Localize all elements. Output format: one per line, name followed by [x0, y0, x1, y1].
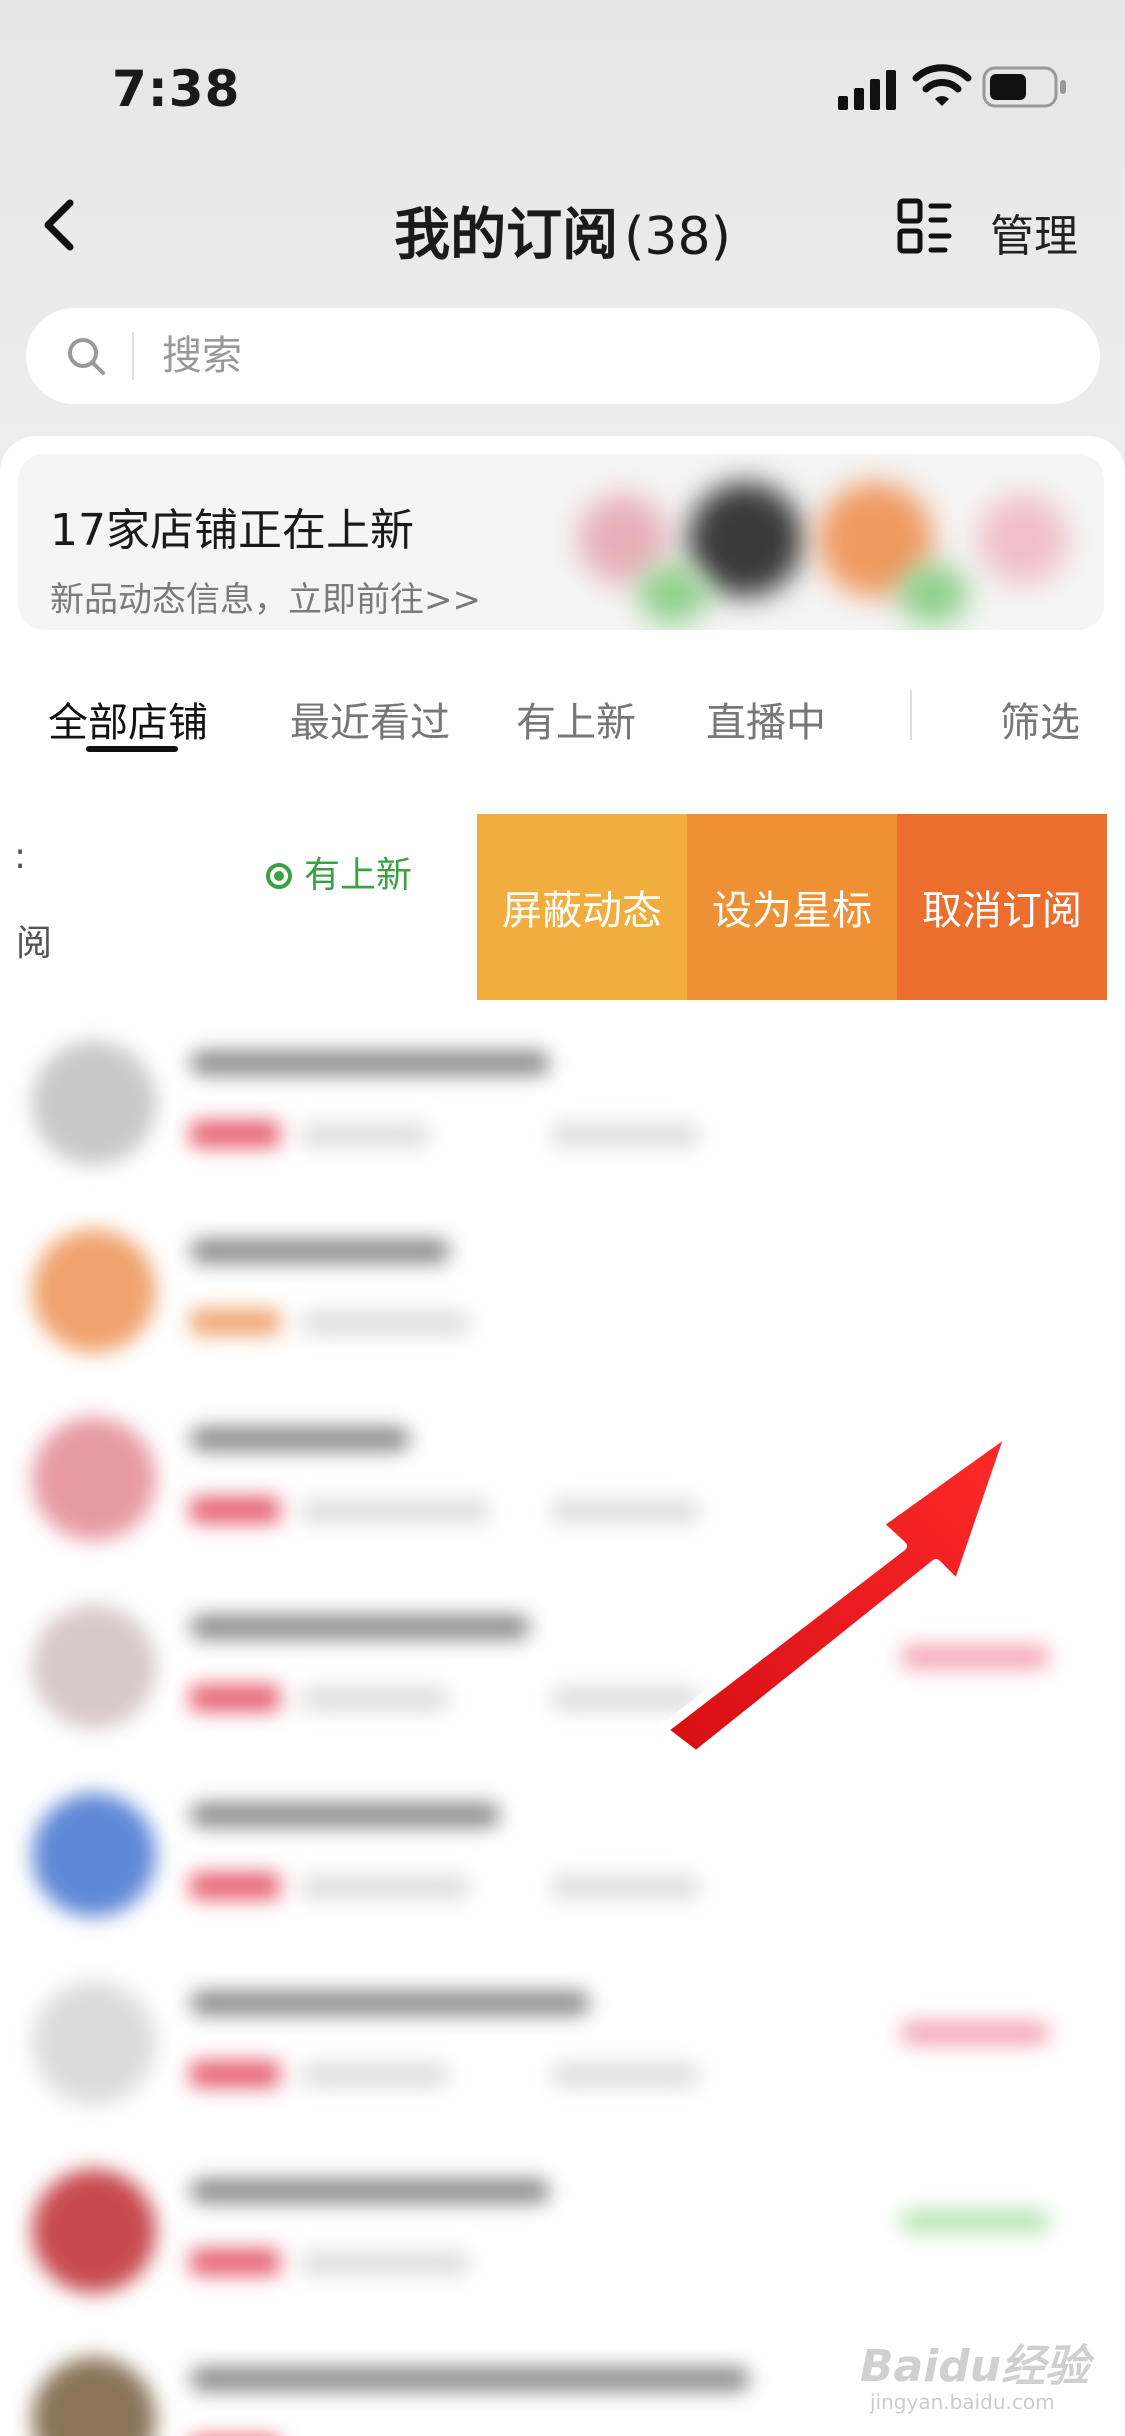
- banner-title: 17家店铺正在上新: [50, 505, 414, 556]
- list-item[interactable]: [0, 1199, 1125, 1387]
- store-name-placeholder: [190, 1051, 550, 1075]
- active-tab-indicator: [86, 746, 178, 752]
- new-arrivals-banner[interactable]: 17家店铺正在上新 新品动态信息，立即前往>>: [18, 454, 1104, 630]
- tab-filter[interactable]: 筛选: [1000, 690, 1080, 748]
- watermark-url: jingyan.baidu.com: [870, 2390, 1055, 2414]
- store-name-placeholder: [190, 1991, 590, 2015]
- tab-live[interactable]: 直播中: [706, 690, 826, 748]
- store-meta-placeholder: [550, 1875, 700, 1899]
- store-avatar: [32, 1229, 156, 1353]
- page-title: 我的订阅 (38): [0, 190, 1125, 271]
- mute-updates-button[interactable]: 屏蔽动态: [477, 814, 687, 1000]
- store-meta-placeholder: [300, 1123, 430, 1147]
- unsubscribe-button[interactable]: 取消订阅: [897, 814, 1107, 1000]
- banner-thumbnail: [638, 564, 708, 624]
- wifi-icon: [912, 64, 972, 106]
- subscription-count: (38): [624, 207, 731, 267]
- banner-subtitle: 新品动态信息，立即前往>>: [50, 580, 481, 620]
- store-tag-placeholder: [190, 2061, 280, 2087]
- new-arrival-badge: 有上新: [266, 846, 412, 898]
- search-icon: [68, 338, 105, 375]
- list-item[interactable]: [0, 2139, 1125, 2327]
- search-divider: [132, 332, 134, 380]
- filter-tabs: 全部店铺 最近看过 有上新 直播中 筛选: [0, 676, 1125, 766]
- banner-thumbnail: [978, 494, 1068, 584]
- store-name-placeholder: [190, 1803, 500, 1827]
- list-view-icon[interactable]: [897, 198, 953, 256]
- store-tag-placeholder: [190, 1497, 280, 1523]
- tab-separator: [910, 690, 912, 740]
- store-tag-placeholder: [190, 1121, 280, 1147]
- store-avatar: [32, 1605, 156, 1729]
- store-name-placeholder: [190, 1239, 450, 1263]
- list-item[interactable]: [0, 1011, 1125, 1199]
- set-star-button[interactable]: 设为星标: [687, 814, 897, 1000]
- list-item[interactable]: [0, 1763, 1125, 1951]
- subscription-panel: 17家店铺正在上新 新品动态信息，立即前往>> 全部店铺 最近看过 有上新 直播…: [0, 436, 1125, 2436]
- store-meta-placeholder: [300, 2063, 450, 2087]
- store-avatar: [32, 1981, 156, 2105]
- banner-thumbnail: [688, 482, 803, 597]
- store-tag-placeholder: [190, 1685, 280, 1711]
- new-arrival-label: 有上新: [304, 855, 413, 896]
- store-status-placeholder: [900, 2021, 1050, 2045]
- tab-has-new[interactable]: 有上新: [516, 690, 636, 748]
- store-tag-placeholder: [190, 1873, 280, 1899]
- page-title-text: 我的订阅: [394, 203, 619, 268]
- store-name-placeholder: [190, 2367, 750, 2391]
- row-text-fragment: :: [14, 836, 27, 877]
- store-meta-placeholder: [550, 1123, 700, 1147]
- store-status-placeholder: [900, 2209, 1050, 2233]
- store-meta-placeholder: [300, 1875, 470, 1899]
- store-name-placeholder: [190, 2179, 550, 2203]
- store-meta-placeholder: [550, 2063, 700, 2087]
- store-avatar: [32, 1417, 156, 1541]
- store-meta-placeholder: [300, 1687, 450, 1711]
- store-meta-placeholder: [300, 2251, 470, 2275]
- store-tag-placeholder: [190, 1309, 280, 1335]
- store-avatar: [32, 2357, 156, 2436]
- store-tag-placeholder: [190, 2249, 280, 2275]
- cellular-signal-icon: [838, 70, 896, 110]
- watermark-logo: Baidu经验: [860, 2341, 1090, 2392]
- store-avatar: [32, 1041, 156, 1165]
- store-avatar: [32, 2169, 156, 2293]
- row-text-fragment: 阅: [16, 923, 53, 964]
- banner-thumbnail: [898, 564, 968, 624]
- store-meta-placeholder: [300, 1499, 490, 1523]
- tab-recently-viewed[interactable]: 最近看过: [290, 690, 450, 748]
- store-avatar: [32, 1793, 156, 1917]
- radio-dot-icon: [266, 863, 292, 889]
- store-name-placeholder: [190, 1427, 410, 1451]
- list-item[interactable]: [0, 1951, 1125, 2139]
- status-time: 7:38: [112, 60, 241, 118]
- search-bar[interactable]: [26, 308, 1100, 404]
- store-name-placeholder: [190, 1615, 530, 1639]
- store-meta-placeholder: [300, 1311, 470, 1335]
- search-input[interactable]: [162, 322, 1042, 390]
- manage-button[interactable]: 管理: [990, 200, 1078, 264]
- tab-all-stores[interactable]: 全部店铺: [48, 690, 208, 748]
- battery-icon: [982, 66, 1066, 108]
- annotation-arrow-icon: [657, 1423, 1017, 1756]
